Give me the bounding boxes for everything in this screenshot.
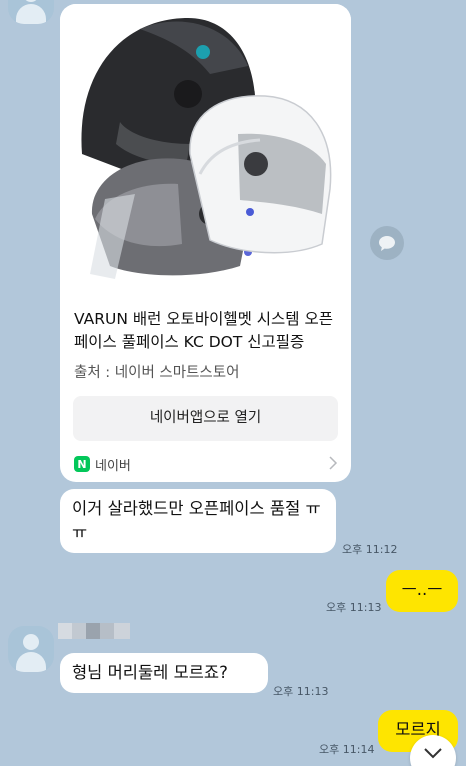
avatar[interactable]	[8, 626, 54, 672]
message-bubble[interactable]: 형님 머리둘레 모르죠?	[60, 653, 268, 693]
sender-name-blurred	[58, 623, 130, 639]
message-time: 오후 11:13	[273, 685, 329, 698]
link-preview-card[interactable]: VARUN 배런 오토바이헬멧 시스템 오픈페이스 풀페이스 KC DOT 신고…	[60, 4, 351, 482]
avatar[interactable]	[8, 0, 54, 24]
message-text: ㅡ..ㅡ	[401, 580, 443, 599]
chevron-right-icon	[329, 456, 338, 470]
avatar-head-icon	[23, 0, 39, 2]
avatar-body-icon	[16, 4, 46, 24]
helmet-product-image	[60, 4, 351, 294]
naver-logo-icon: N	[74, 456, 90, 472]
link-footer[interactable]: N 네이버	[74, 455, 340, 474]
message-time: 오후 11:14	[319, 743, 375, 756]
avatar-head-icon	[23, 634, 39, 650]
link-title[interactable]: VARUN 배런 오토바이헬멧 시스템 오픈페이스 풀페이스 KC DOT 신고…	[74, 308, 340, 354]
speech-bubble-icon	[379, 235, 395, 251]
link-source: 출처 : 네이버 스마트스토어	[74, 365, 240, 381]
naver-label: 네이버	[95, 458, 131, 474]
open-in-naver-app-button[interactable]: 네이버앱으로 열기	[73, 396, 338, 441]
avatar-body-icon	[16, 652, 46, 672]
share-icon[interactable]	[370, 226, 404, 260]
message-text: 형님 머리둘레 모르죠?	[72, 663, 228, 682]
message-bubble[interactable]: ㅡ..ㅡ	[386, 570, 458, 612]
message-time: 오후 11:12	[342, 543, 398, 556]
message-text: 이거 살라했드만 오픈페이스 품절 ㅠㅠ	[72, 499, 321, 542]
chevron-down-icon	[424, 748, 442, 759]
helmet-photo-icon	[81, 17, 332, 279]
message-time: 오후 11:13	[326, 601, 382, 614]
message-bubble[interactable]: 이거 살라했드만 오픈페이스 품절 ㅠㅠ	[60, 489, 336, 553]
